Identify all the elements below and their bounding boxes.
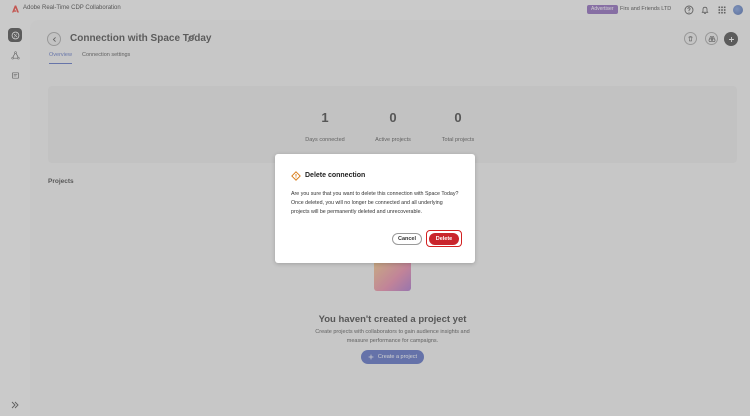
delete-connection-dialog: Delete connection Are you sure that you …	[275, 154, 475, 263]
delete-button[interactable]: Delete	[429, 233, 459, 245]
cancel-button[interactable]: Cancel	[392, 233, 422, 245]
dialog-body: Are you sure that you want to delete thi…	[291, 191, 459, 215]
warning-icon	[291, 171, 301, 181]
dialog-title: Delete connection	[305, 172, 366, 179]
